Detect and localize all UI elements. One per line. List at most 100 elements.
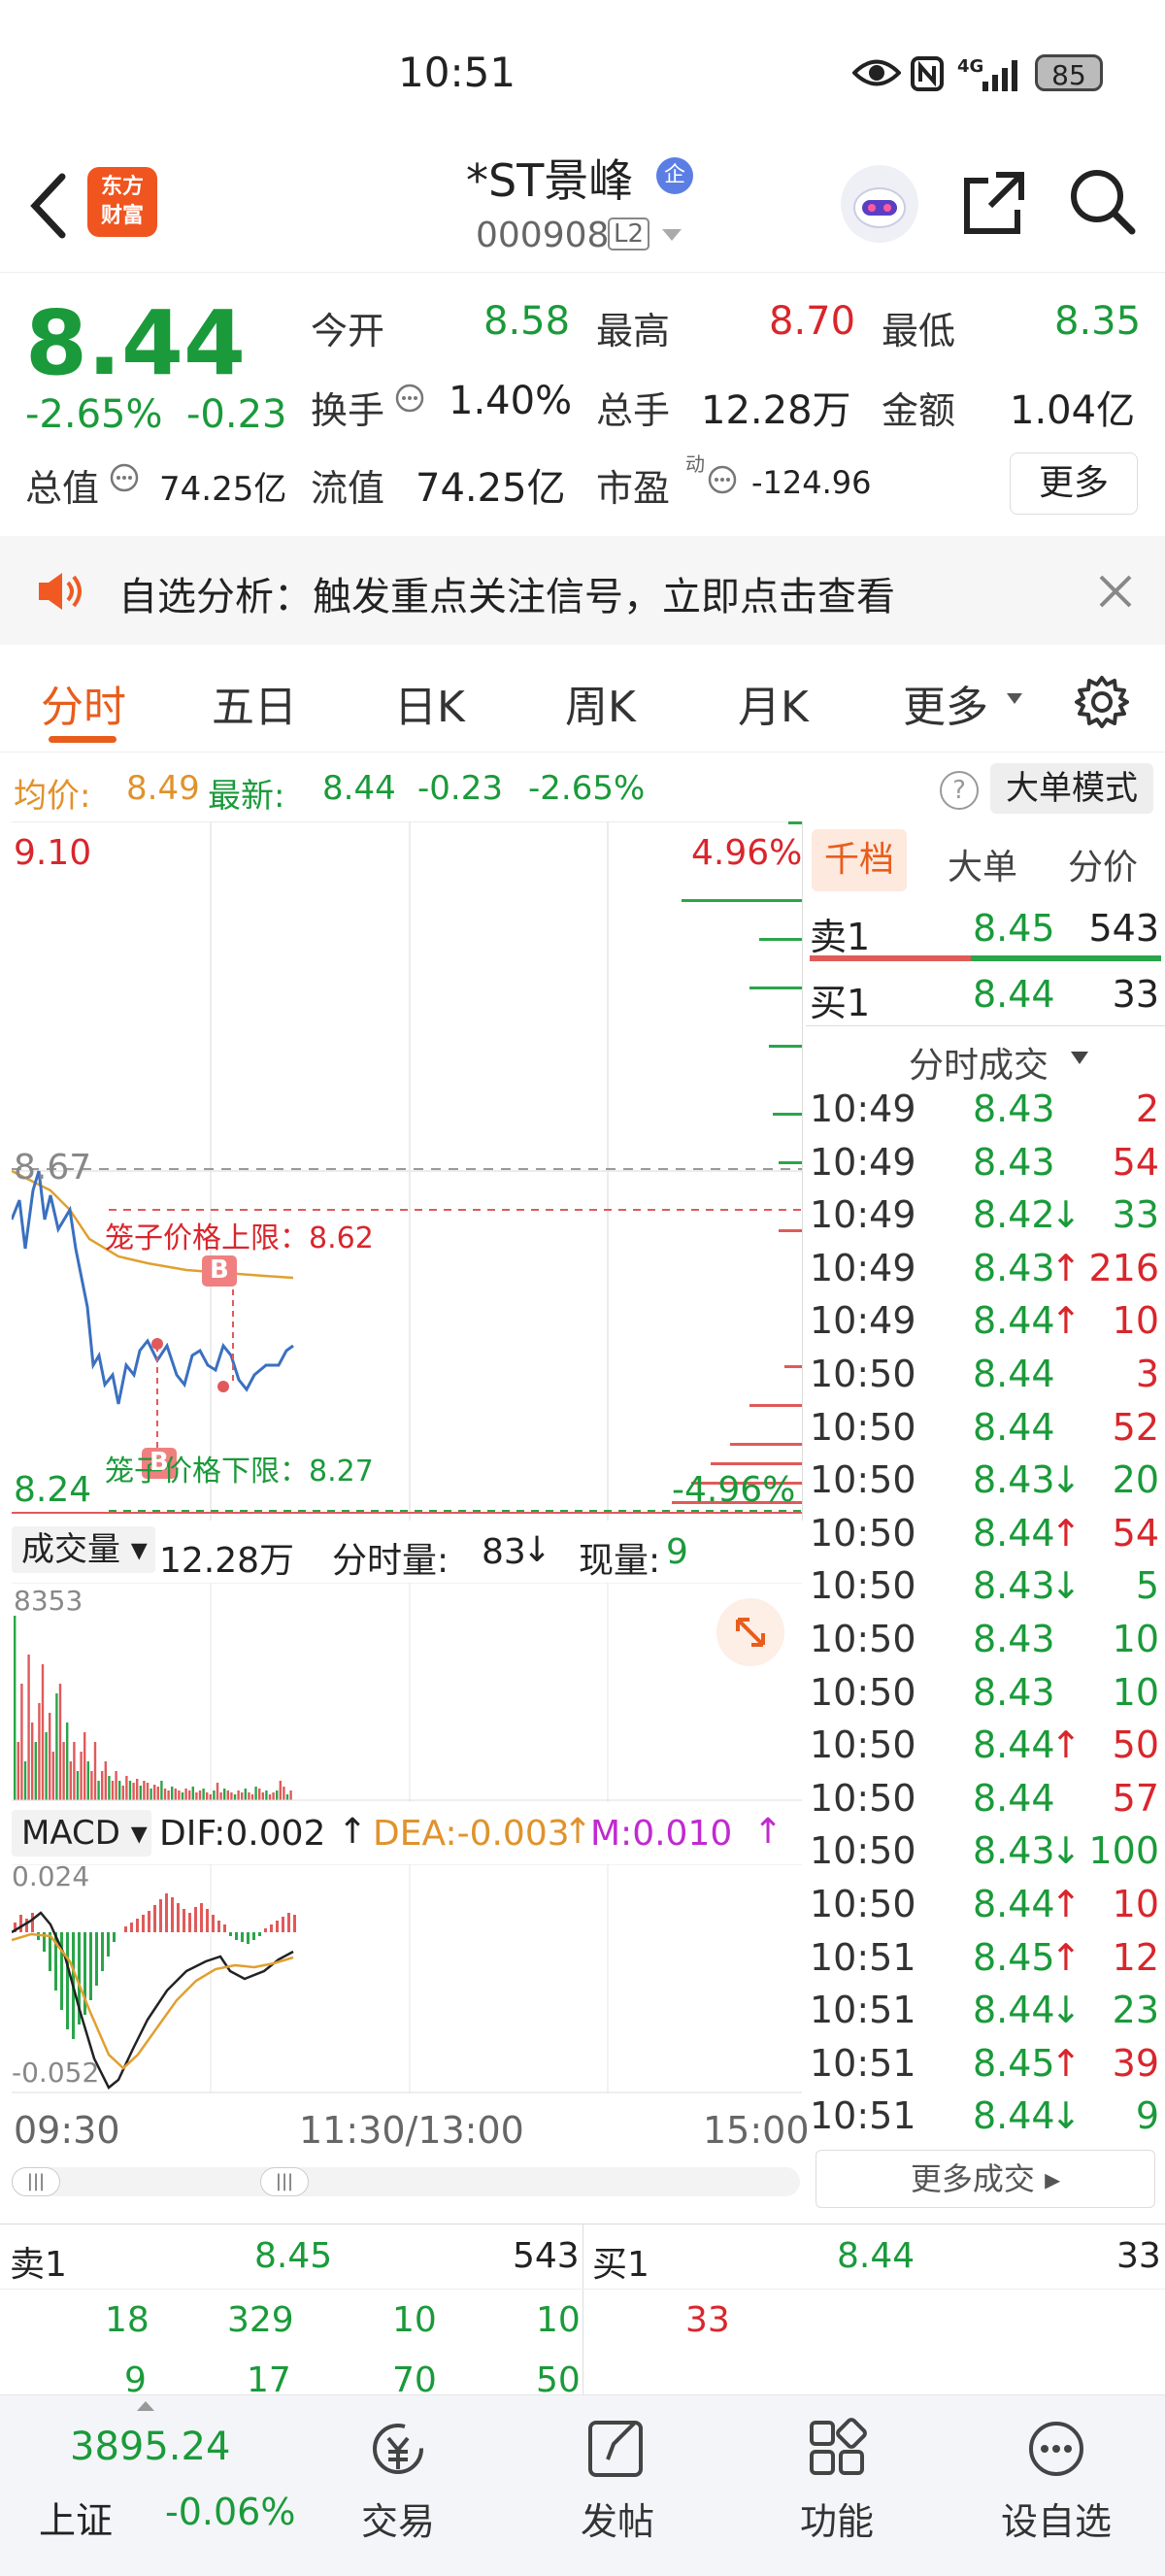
change-percent: -2.65% (25, 392, 163, 437)
info-icon[interactable] (707, 464, 738, 499)
intraday-chart-svg (10, 820, 802, 1521)
nav-add-watchlist[interactable]: 设自选 (979, 2415, 1134, 2545)
trade-direction-icon: ↓ (1050, 1458, 1082, 1502)
amount-label: 金额 (882, 389, 956, 432)
trade-time: 10:51 (810, 1935, 916, 1979)
turnover-label: 换手 (311, 389, 385, 432)
chart-tabs: 分时 五日 日K 周K 月K 更多 (0, 645, 1165, 753)
high-value: 8.70 (769, 299, 856, 344)
index-change[interactable]: -0.06% (165, 2491, 295, 2533)
trade-direction-icon: ↑ (1050, 2041, 1082, 2085)
trade-row: 10:49 8.43 ↑ 216 (806, 1247, 1165, 1299)
nav-functions[interactable]: 功能 (759, 2415, 915, 2545)
trade-time: 10:51 (810, 2094, 916, 2138)
trade-qty: 12 (1112, 1935, 1159, 1979)
tab-five-day[interactable]: 五日 (212, 672, 297, 734)
trade-direction-icon: ↓ (1050, 1989, 1082, 2032)
trade-row: 10:49 8.43 54 (806, 1141, 1165, 1193)
nav-post[interactable]: 发帖 (540, 2415, 695, 2545)
trade-qty: 54 (1112, 1140, 1159, 1184)
trade-time: 10:49 (810, 1299, 916, 1343)
market-cap-value: 74.25亿 (159, 470, 287, 509)
buy1-qty: 33 (1112, 973, 1159, 1016)
scroll-handle-left[interactable]: ||| (12, 2167, 60, 2196)
app-logo[interactable]: 东方 财富 (87, 167, 157, 237)
trade-time: 10:50 (810, 1829, 916, 1873)
intraday-chart[interactable]: 9.10 4.96% 8.67 8.24 -4.96% 笼子价格上限：8.62 … (10, 820, 803, 1521)
trades-title[interactable]: 分时成交 (909, 1037, 1048, 1087)
back-icon[interactable] (19, 167, 78, 249)
volume-label: 成交量 (21, 1530, 120, 1569)
trade-qty: 3 (1135, 1353, 1159, 1395)
arrow-up-icon: ↑ (338, 1812, 368, 1852)
index-value[interactable]: 3895.24 (70, 2425, 230, 2469)
close-icon[interactable] (1097, 573, 1134, 614)
trade-price: 8.44 (973, 1776, 1055, 1820)
big-order-mode-button[interactable]: 大单模式 (990, 763, 1153, 814)
change-value: -0.23 (186, 392, 287, 437)
caret-down-icon (1006, 691, 1023, 710)
trade-price: 8.44 (973, 1353, 1055, 1395)
info-icon[interactable] (394, 383, 425, 418)
volume-panel[interactable]: 成交量 ▾ 12.28万 分时量: 83 ↓ 现量: 9 8353 (12, 1521, 802, 1802)
grid-icon (810, 2418, 867, 2475)
search-icon[interactable] (1068, 167, 1138, 241)
tab-big-orders[interactable]: 大单 (948, 839, 1017, 889)
sell-detail-cell: 18 (105, 2300, 150, 2340)
edit-icon (588, 2421, 643, 2477)
volume-max: 8353 (14, 1585, 83, 1617)
nav-trade[interactable]: 交易 (320, 2415, 476, 2545)
trade-time: 10:51 (810, 1989, 916, 2032)
trade-direction-icon: ↓ (1050, 2094, 1082, 2138)
arrow-up-icon: ↑ (753, 1812, 783, 1852)
more-dots-icon (1029, 2422, 1083, 2476)
tab-weekly-k[interactable]: 周K (565, 672, 636, 734)
trade-row: 10:50 8.44 ↑ 54 (806, 1512, 1165, 1564)
time-midday: 11:30/13:00 (299, 2109, 524, 2152)
tab-level-book[interactable]: 千档 (812, 829, 907, 891)
chart-scrollbar[interactable]: ||| ||| (12, 2167, 800, 2196)
trade-row: 10:50 8.43 10 (806, 1671, 1165, 1723)
y-axis-bottom: 8.24 (14, 1470, 92, 1510)
volume-indicator-select[interactable]: 成交量 ▾ (12, 1526, 155, 1573)
buy-marker[interactable]: B (210, 1255, 229, 1285)
gear-icon[interactable] (1074, 674, 1130, 734)
tab-daily-k[interactable]: 日K (394, 672, 465, 734)
tab-monthly-k[interactable]: 月K (738, 672, 809, 734)
index-name[interactable]: 上证 (39, 2491, 113, 2544)
pe-dynamic-mark: 动 (685, 452, 705, 476)
more-button[interactable]: 更多 (1010, 452, 1138, 515)
battery-icon: 85 (1035, 54, 1103, 91)
trade-price: 8.44 (973, 2094, 1055, 2138)
last-change-pct: -2.65% (528, 769, 646, 808)
trade-direction-icon: ↓ (1050, 1193, 1082, 1237)
chevron-down-icon[interactable] (660, 227, 683, 247)
trade-row: 10:50 8.44 ↑ 10 (806, 1883, 1165, 1935)
tab-intraday[interactable]: 分时 (41, 672, 126, 734)
macd-indicator-select[interactable]: MACD ▾ (12, 1810, 151, 1857)
robot-assistant-icon[interactable] (841, 165, 918, 243)
trade-qty: 100 (1088, 1829, 1159, 1873)
trade-time: 10:50 (810, 1618, 916, 1660)
info-icon[interactable] (109, 462, 140, 497)
sell-detail-cell: 10 (536, 2300, 581, 2340)
scroll-handle-right[interactable]: ||| (260, 2167, 309, 2196)
trade-row: 10:50 8.44 3 (806, 1353, 1165, 1405)
notice-text: 自选分析：触发重点关注信号，立即点击查看 (118, 575, 895, 619)
expand-icon[interactable] (716, 1598, 784, 1666)
stock-header: 东方 财富 *ST景峰 企 000908 L2 (0, 146, 1165, 273)
share-icon[interactable] (961, 169, 1027, 241)
level2-badge[interactable]: L2 (608, 217, 650, 251)
help-icon[interactable]: ? (940, 771, 979, 810)
notice-bar[interactable]: 自选分析：触发重点关注信号，立即点击查看 (0, 536, 1165, 645)
macd-panel[interactable]: MACD ▾ DIF:0.002 ↑ DEA:-0.003 ↑ M:0.010 … (12, 1802, 802, 2093)
volume-total: 12.28万 (159, 1541, 295, 1581)
trade-time: 10:50 (810, 1776, 916, 1820)
tab-price-volume[interactable]: 分价 (1068, 839, 1138, 889)
sell-marker[interactable]: B (150, 1448, 169, 1477)
eye-icon (851, 56, 902, 93)
trade-qty: 2 (1135, 1087, 1159, 1130)
tab-more[interactable]: 更多 (903, 672, 988, 734)
more-trades-button[interactable]: 更多成交 ▸ (816, 2150, 1155, 2208)
buy-bar (971, 955, 1161, 961)
